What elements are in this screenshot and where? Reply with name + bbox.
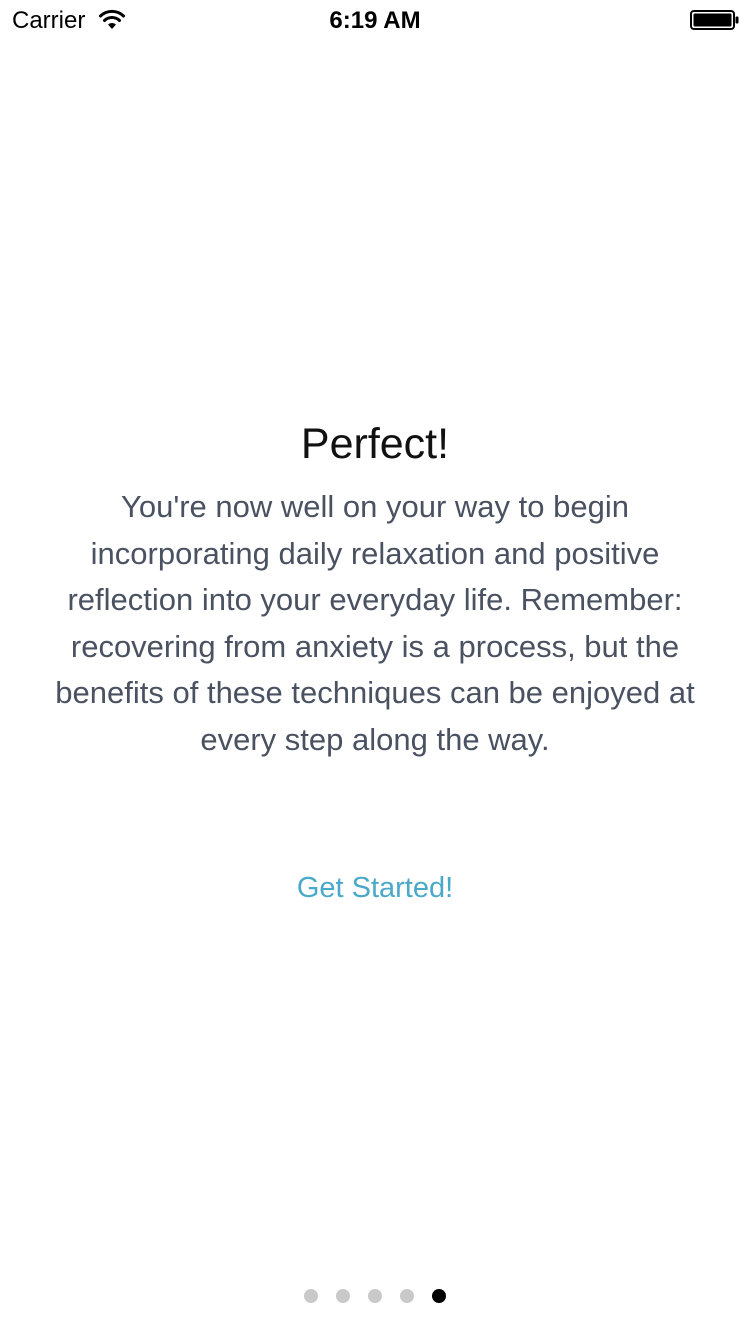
page-dot-active[interactable]	[432, 1289, 446, 1303]
page-dot[interactable]	[400, 1289, 414, 1303]
status-time: 6:19 AM	[329, 7, 421, 34]
page-title: Perfect!	[300, 420, 450, 468]
page-dot[interactable]	[336, 1289, 350, 1303]
battery-full-icon	[690, 10, 740, 30]
status-bar: Carrier 6:19 AM	[0, 0, 750, 40]
page-description: You're now well on your way to begin inc…	[55, 489, 695, 757]
onboarding-content: Perfect! You're now well on your way to …	[40, 416, 710, 763]
get-started-button[interactable]: Get Started!	[0, 868, 750, 908]
page-dot[interactable]	[304, 1289, 318, 1303]
page-control[interactable]	[0, 1289, 750, 1305]
page-dot[interactable]	[368, 1289, 382, 1303]
